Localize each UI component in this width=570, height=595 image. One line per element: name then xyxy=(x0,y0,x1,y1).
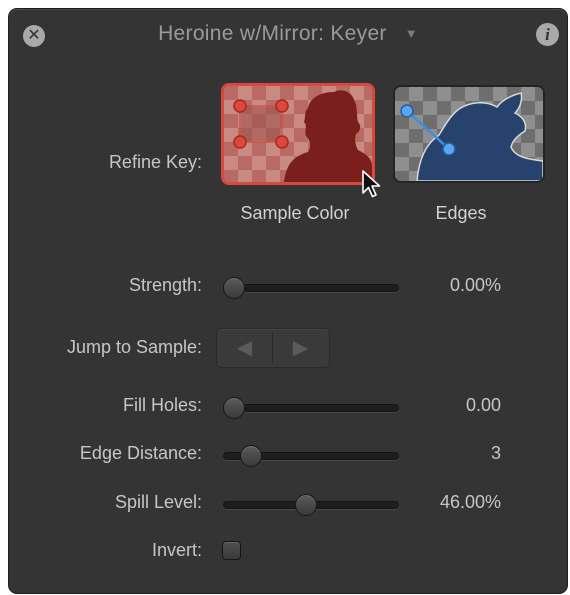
strength-slider-track xyxy=(223,284,399,292)
spill-level-slider[interactable] xyxy=(223,494,399,516)
mouse-pointer-icon xyxy=(362,170,381,198)
spill-level-label: Spill Level: xyxy=(114,492,202,512)
edge-distance-value[interactable]: 3 xyxy=(381,443,501,464)
triangle-right-icon[interactable]: ▶ xyxy=(273,329,328,367)
strength-slider-knob[interactable] xyxy=(223,277,245,299)
edges-silhouette-icon xyxy=(395,87,543,181)
window-title-text: Heroine w/Mirror: Keyer xyxy=(158,22,387,45)
keyer-hud-panel: ✕ Heroine w/Mirror: Keyer ▼ i Refine Key: xyxy=(8,8,568,594)
chevron-down-icon[interactable]: ▼ xyxy=(405,26,418,41)
spill-level-slider-knob[interactable] xyxy=(294,494,317,516)
invert-label: Invert: xyxy=(151,540,202,560)
invert-checkbox[interactable] xyxy=(222,541,241,560)
spill-level-value[interactable]: 46.00% xyxy=(381,492,501,513)
jump-to-sample-stepper[interactable]: ◀ ▶ xyxy=(216,328,330,368)
fill-holes-value[interactable]: 0.00 xyxy=(381,395,501,416)
strength-value[interactable]: 0.00% xyxy=(381,275,501,296)
title-bar: ✕ Heroine w/Mirror: Keyer ▼ i xyxy=(9,9,567,57)
triangle-left-icon[interactable]: ◀ xyxy=(217,329,272,367)
fill-holes-slider-track xyxy=(223,404,399,412)
edges-button[interactable] xyxy=(393,85,545,183)
info-icon[interactable]: i xyxy=(536,23,559,46)
window-title[interactable]: Heroine w/Mirror: Keyer ▼ xyxy=(9,22,567,46)
fill-holes-slider-knob[interactable] xyxy=(223,397,245,419)
fill-holes-slider[interactable] xyxy=(223,397,399,419)
edge-distance-label: Edge Distance: xyxy=(79,443,202,463)
edge-distance-slider[interactable] xyxy=(223,445,399,467)
jump-to-sample-label: Jump to Sample: xyxy=(66,337,202,357)
fill-holes-label: Fill Holes: xyxy=(122,395,202,415)
sample-color-button[interactable] xyxy=(221,83,375,185)
sample-color-silhouette-icon xyxy=(224,86,372,182)
edges-caption: Edges xyxy=(435,203,487,223)
sample-color-caption: Sample Color xyxy=(240,203,350,223)
edge-distance-slider-knob[interactable] xyxy=(240,445,263,467)
strength-slider[interactable] xyxy=(223,277,399,299)
strength-label: Strength: xyxy=(128,275,202,295)
refine-key-label: Refine Key: xyxy=(108,152,202,172)
